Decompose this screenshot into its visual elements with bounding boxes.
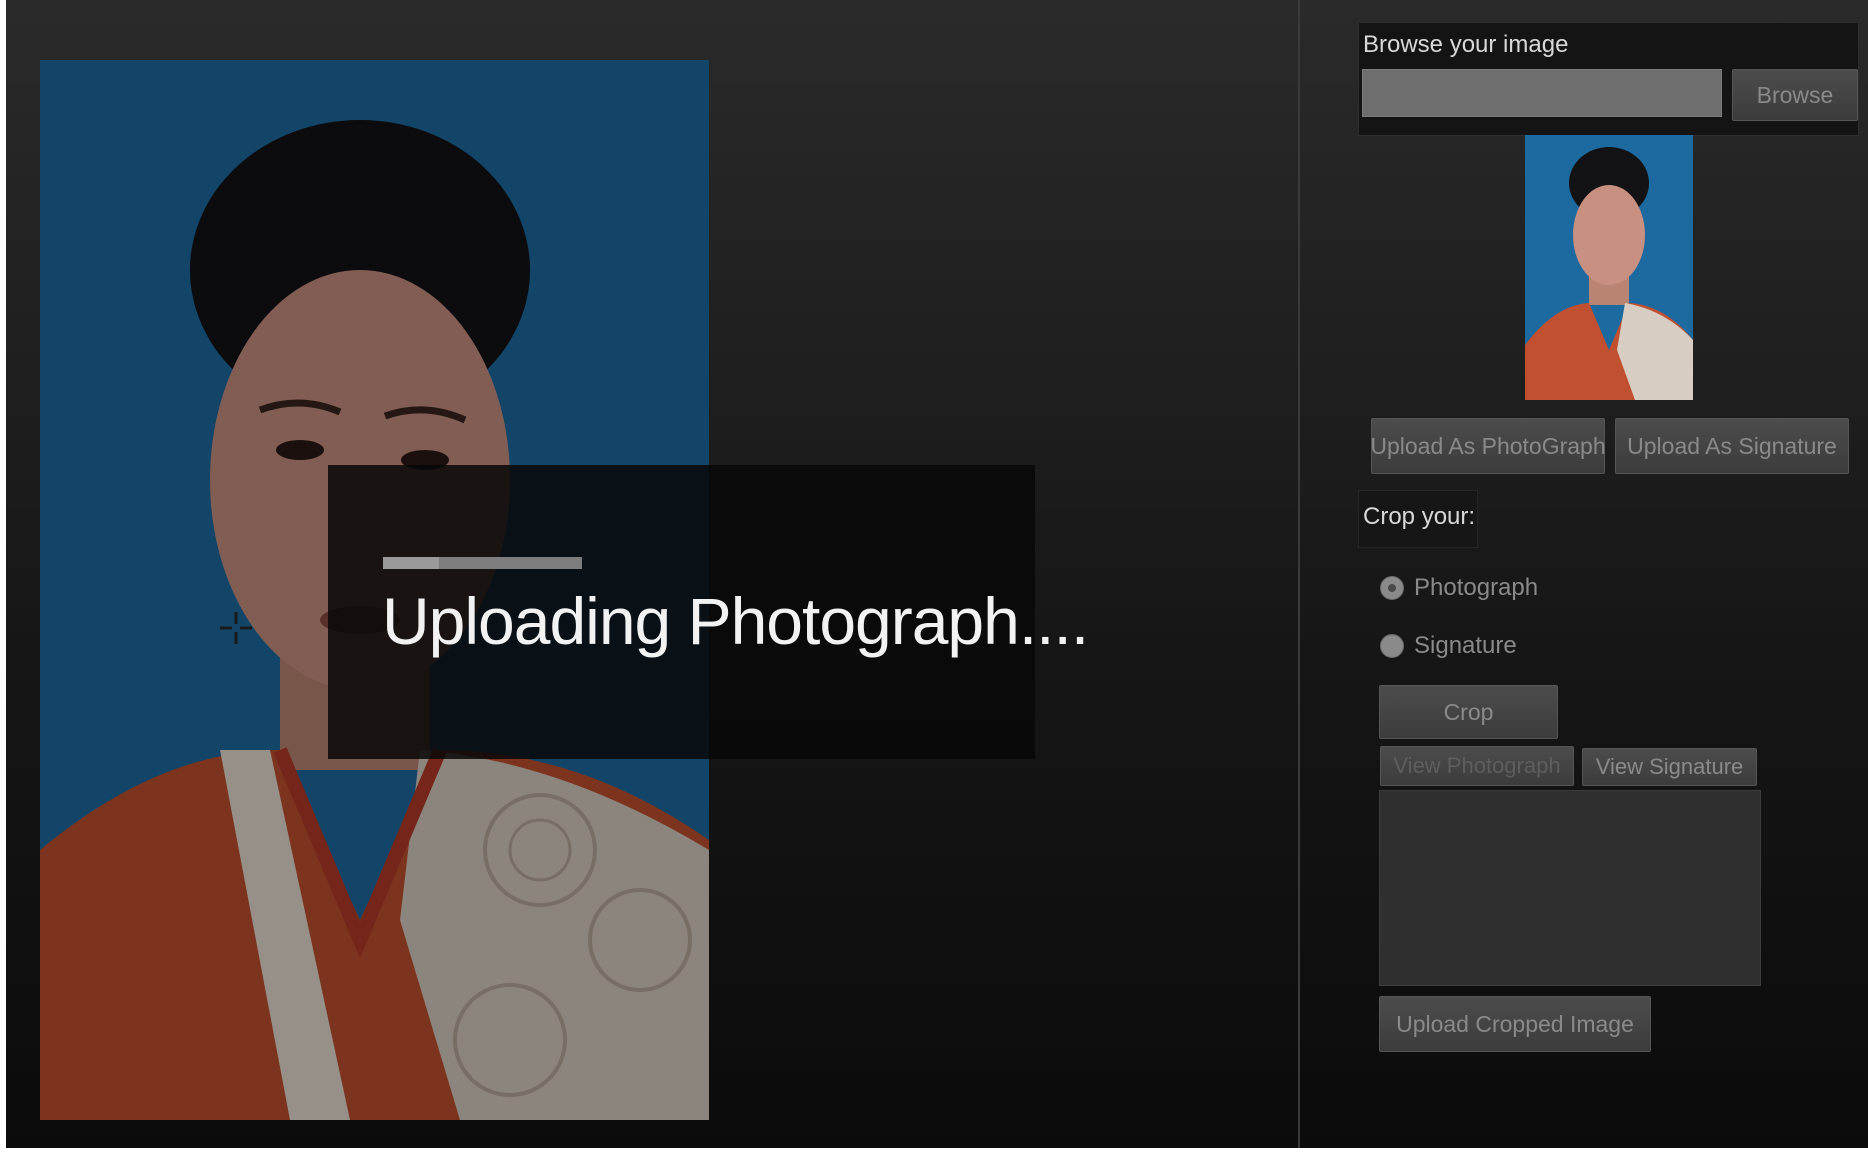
crop-section-header: Crop your: [1358,490,1478,548]
radio-selected-dot [1388,584,1396,592]
view-signature-button[interactable]: View Signature [1582,748,1757,786]
thumbnail-image [1525,135,1693,400]
upload-as-photograph-button[interactable]: Upload As PhotoGraph [1370,418,1606,474]
image-workspace: Uploading Photograph.... [0,0,1298,1152]
upload-status-text: Uploading Photograph.... [382,584,1089,658]
crop-crosshair-icon [218,610,254,646]
upload-progress-overlay: Uploading Photograph.... [328,465,1089,759]
radio-option-signature[interactable]: Signature [1380,632,1517,660]
upload-progress-bar [383,557,582,569]
browse-button[interactable]: Browse [1732,69,1858,121]
radio-button-photograph[interactable] [1380,576,1404,600]
cropped-preview-area [1379,790,1761,986]
image-upload-app: Uploading Photograph.... Browse your ima… [0,0,1868,1152]
radio-label-photograph: Photograph [1414,574,1539,601]
browse-section: Browse your image Browse [1358,22,1859,136]
view-photograph-button[interactable]: View Photograph [1380,746,1574,786]
panel-divider [1298,0,1300,1152]
upload-as-signature-button[interactable]: Upload As Signature [1615,418,1849,474]
browse-title: Browse your image [1363,31,1569,58]
radio-label-signature: Signature [1414,632,1517,659]
upload-cropped-image-button[interactable]: Upload Cropped Image [1379,996,1651,1052]
bottom-edge-strip [0,1148,1868,1152]
crop-title: Crop your: [1363,503,1476,530]
left-edge-strip [0,0,6,1152]
file-path-input[interactable] [1362,69,1722,117]
radio-option-photograph[interactable]: Photograph [1380,574,1538,602]
upload-progress-fill [383,557,439,569]
thumbnail-preview [1525,135,1693,400]
crop-button[interactable]: Crop [1379,685,1558,739]
radio-button-signature[interactable] [1380,634,1404,658]
